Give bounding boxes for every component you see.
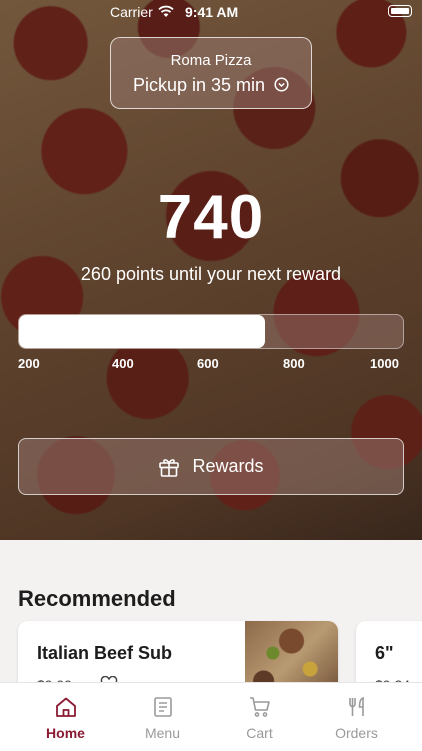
pickup-time-row: Pickup in 35 min xyxy=(111,75,311,96)
tab-label: Menu xyxy=(144,725,181,741)
fork-knife-icon xyxy=(348,696,364,716)
points-progress-bar xyxy=(18,314,404,349)
recommended-heading: Recommended xyxy=(18,586,176,611)
chevron-down-circle-icon xyxy=(274,77,289,92)
status-bar: Carrier 9:41 AM xyxy=(0,0,422,24)
points-message: 260 points until your next reward xyxy=(80,264,342,284)
progress-tick: 200 xyxy=(18,356,40,371)
wifi-icon xyxy=(158,5,174,17)
tab-home[interactable]: Home xyxy=(13,683,118,751)
carrier-label: Carrier xyxy=(110,4,153,20)
tab-cart[interactable]: Cart xyxy=(207,683,312,751)
rewards-button[interactable]: Rewards xyxy=(18,438,404,495)
tab-label: Orders xyxy=(335,725,378,741)
gift-icon xyxy=(159,458,180,477)
tab-label: Cart xyxy=(246,725,273,741)
battery-icon xyxy=(388,5,412,17)
progress-tick: 800 xyxy=(283,356,305,371)
points-progress-fill xyxy=(19,315,265,348)
tab-menu[interactable]: Menu xyxy=(110,683,215,751)
item-name: 6" xyxy=(375,643,394,663)
progress-tick: 1000 xyxy=(370,356,399,371)
pickup-time: Pickup in 35 min xyxy=(132,75,266,95)
store-selector-button[interactable]: Roma Pizza Pickup in 35 min xyxy=(110,37,312,109)
tab-label: Home xyxy=(46,725,85,741)
home-icon xyxy=(55,697,76,717)
tab-orders[interactable]: Orders xyxy=(304,683,409,751)
item-name: Italian Beef Sub xyxy=(37,643,173,663)
cart-icon xyxy=(249,697,270,717)
store-name: Roma Pizza xyxy=(170,52,252,69)
points-balance: 740 xyxy=(157,183,265,252)
progress-tick: 400 xyxy=(112,356,134,371)
tab-bar: Home Menu Cart Orders xyxy=(0,682,422,751)
clock: 9:41 AM xyxy=(185,4,239,20)
progress-tick: 600 xyxy=(197,356,219,371)
rewards-button-label: Rewards xyxy=(192,456,264,476)
menu-icon xyxy=(153,697,172,717)
